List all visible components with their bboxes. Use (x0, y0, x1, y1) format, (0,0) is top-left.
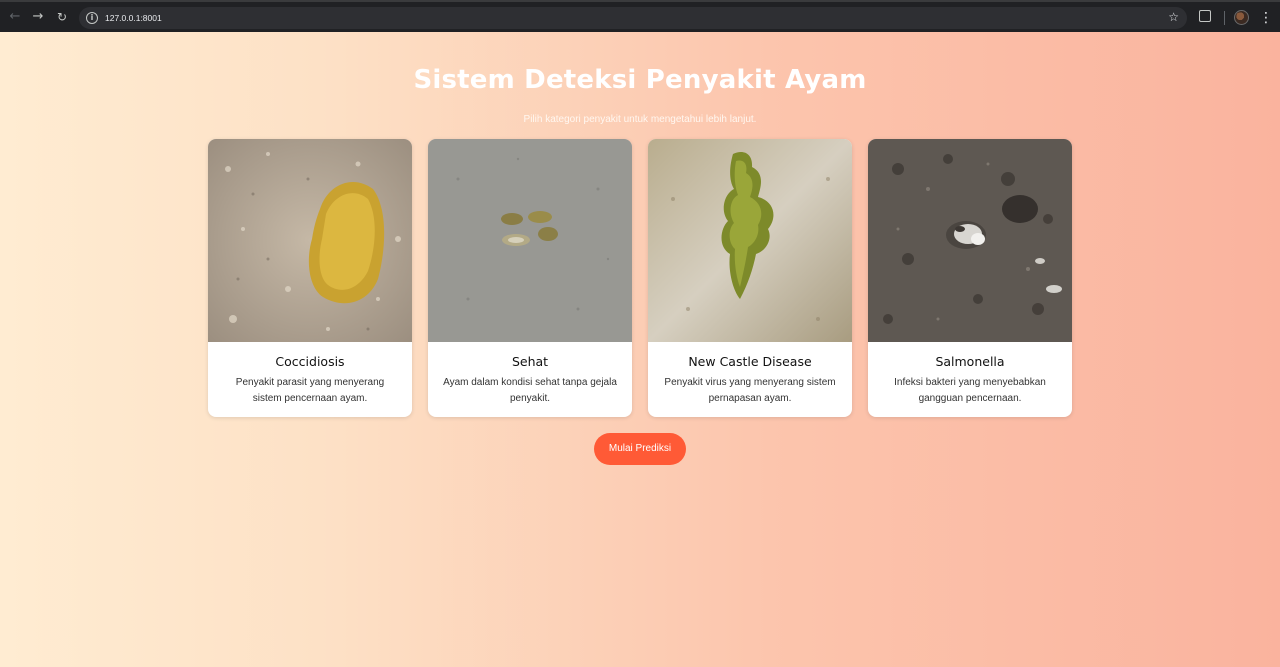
reload-icon[interactable]: ↻ (54, 9, 70, 25)
card-description: Ayam dalam kondisi sehat tanpa gejala pe… (443, 377, 617, 404)
address-bar[interactable]: i 127.0.0.1:8001 ☆ (79, 7, 1187, 29)
category-cards: Coccidiosis Penyakit parasit yang menyer… (208, 139, 1072, 417)
card-salmonella[interactable]: Salmonella Infeksi bakteri yang menyebab… (868, 139, 1072, 417)
url-text[interactable]: 127.0.0.1:8001 (105, 11, 162, 25)
coccidiosis-photo (208, 139, 412, 342)
card-description: Infeksi bakteri yang menyebabkan ganggua… (894, 377, 1046, 404)
card-sehat[interactable]: Sehat Ayam dalam kondisi sehat tanpa gej… (428, 139, 632, 417)
menu-icon[interactable]: ⋮ (1259, 9, 1273, 27)
card-title: New Castle Disease (688, 354, 812, 369)
page-subtitle: Pilih kategori penyakit untuk mengetahui… (523, 114, 757, 125)
back-icon[interactable]: ← (7, 9, 23, 25)
profile-avatar[interactable] (1234, 10, 1249, 25)
star-icon[interactable]: ☆ (1168, 10, 1179, 24)
card-title: Salmonella (935, 354, 1005, 369)
page-title: Sistem Deteksi Penyakit Ayam (413, 65, 867, 95)
card-description: Penyakit virus yang menyerang sistem per… (664, 377, 836, 404)
card-description: Penyakit parasit yang menyerang sistem p… (235, 377, 385, 404)
sehat-photo (428, 139, 632, 342)
info-icon[interactable]: i (86, 12, 98, 24)
browser-toolbar: ← → ↻ i 127.0.0.1:8001 ☆ ⋮ (0, 0, 1280, 32)
start-prediction-button[interactable]: Mulai Prediksi (594, 433, 686, 465)
card-title: Coccidiosis (275, 354, 345, 369)
card-new-castle-disease[interactable]: New Castle Disease Penyakit virus yang m… (648, 139, 852, 417)
card-title: Sehat (511, 354, 549, 369)
card-coccidiosis[interactable]: Coccidiosis Penyakit parasit yang menyer… (208, 139, 412, 417)
toolbar-divider (1224, 11, 1225, 25)
salmonella-photo (868, 139, 1072, 342)
extensions-icon[interactable] (1199, 10, 1211, 22)
forward-icon[interactable]: → (30, 9, 46, 25)
page-body: Sistem Deteksi Penyakit Ayam Pilih kateg… (0, 32, 1280, 667)
new-castle-disease-photo (648, 139, 852, 342)
